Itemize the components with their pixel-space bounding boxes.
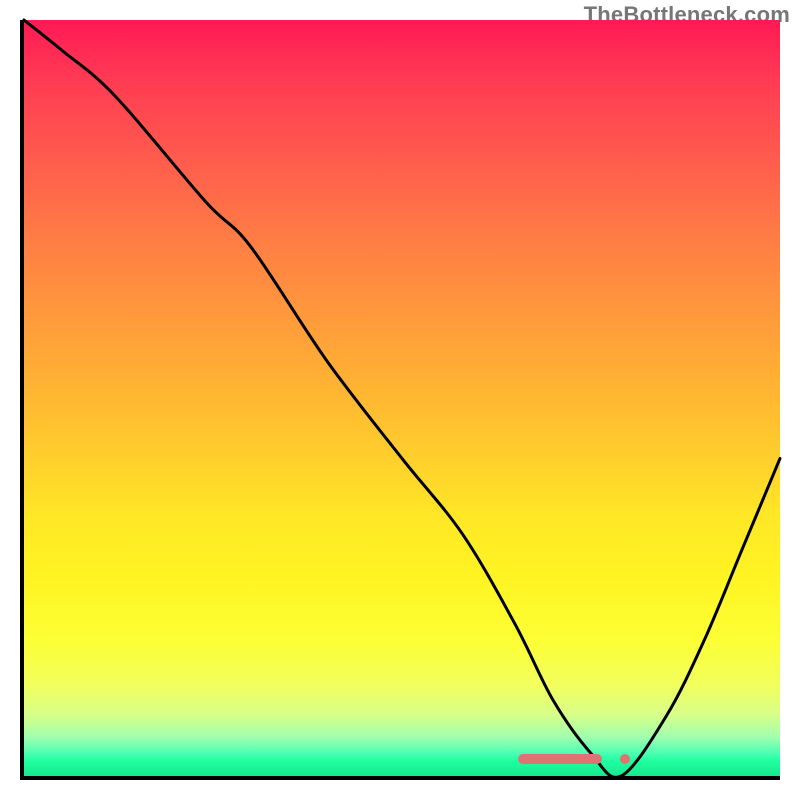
chart-frame: TheBottleneck.com [0,0,800,800]
plot-area [20,20,780,780]
valley-marker-dot [620,754,630,764]
bottleneck-curve [24,20,780,776]
valley-marker-bar [518,754,602,764]
curve-path [24,20,780,777]
